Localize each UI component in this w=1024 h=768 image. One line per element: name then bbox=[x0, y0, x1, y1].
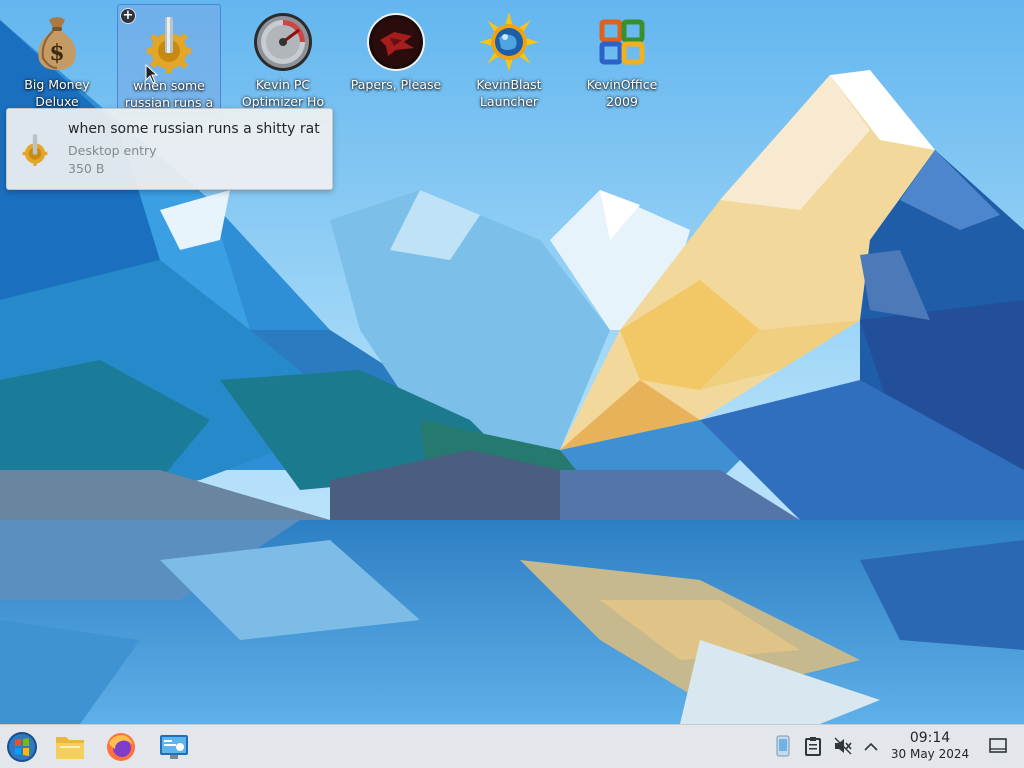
office-logo-icon bbox=[599, 19, 645, 65]
tray-expand-button[interactable] bbox=[860, 735, 882, 757]
start-orb-icon bbox=[7, 732, 37, 762]
tray-notifier[interactable] bbox=[772, 735, 794, 757]
taskbar-file-manager[interactable] bbox=[52, 729, 88, 765]
volume-muted-icon bbox=[834, 737, 852, 755]
desktop-icon-kevinblast-launcher[interactable]: KevinBlast Launcher bbox=[457, 4, 561, 112]
taskbar-system-settings[interactable] bbox=[156, 729, 192, 765]
mouse-cursor-icon bbox=[145, 64, 159, 84]
show-desktop-button[interactable] bbox=[987, 735, 1009, 757]
tooltip-file-type: Desktop entry bbox=[68, 143, 157, 158]
desktop-icon-russian-rat[interactable]: + when some russian runs a bbox=[117, 4, 221, 114]
add-to-selection-icon[interactable]: + bbox=[120, 8, 136, 24]
clipboard-icon bbox=[805, 737, 821, 756]
papers-please-emblem-icon bbox=[367, 13, 425, 71]
desktop-icon-label: Papers, Please bbox=[350, 77, 442, 92]
gear-icon bbox=[22, 134, 48, 166]
clock-time: 09:14 bbox=[909, 730, 951, 746]
application-launcher-button[interactable] bbox=[4, 729, 40, 765]
taskbar-firefox[interactable] bbox=[103, 729, 139, 765]
money-bag-icon: $ bbox=[38, 17, 76, 70]
firefox-icon bbox=[107, 733, 135, 761]
desktop-icon-label: Kevin PC Optimizer Ho bbox=[241, 77, 325, 109]
show-desktop-icon bbox=[989, 738, 1007, 753]
tooltip-file-size: 350 B bbox=[68, 161, 105, 176]
folder-icon bbox=[56, 737, 84, 759]
tray-clipboard[interactable] bbox=[802, 735, 824, 757]
tray-volume[interactable] bbox=[832, 735, 854, 757]
monitor-settings-icon bbox=[160, 735, 188, 759]
desktop-icon-label: when some russian runs a bbox=[124, 78, 214, 110]
sun-globe-icon bbox=[479, 12, 539, 72]
digital-clock[interactable]: 09:14 30 May 2024 bbox=[886, 730, 974, 762]
desktop-icon-big-money-deluxe[interactable]: $ Big Money Deluxe bbox=[5, 4, 109, 112]
desktop-icon-kevin-pc-optimizer[interactable]: Kevin PC Optimizer Ho bbox=[231, 4, 335, 112]
phone-notifier-icon bbox=[776, 735, 790, 757]
desktop-icon-kevinoffice-2009[interactable]: KevinOffice 2009 bbox=[570, 4, 674, 112]
clock-date: 30 May 2024 bbox=[890, 747, 970, 761]
taskbar: 09:14 30 May 2024 bbox=[0, 724, 1024, 768]
svg-text:$: $ bbox=[49, 40, 64, 66]
file-info-tooltip: when some russian runs a shitty rat Desk… bbox=[6, 108, 333, 190]
desktop-icon-label: KevinOffice 2009 bbox=[586, 77, 658, 109]
tooltip-title: when some russian runs a shitty rat bbox=[68, 121, 320, 137]
desktop-icon-papers-please[interactable]: Papers, Please bbox=[344, 4, 448, 112]
chevron-up-icon bbox=[864, 742, 878, 751]
gauge-icon bbox=[254, 13, 312, 71]
desktop-icon-label: Big Money Deluxe bbox=[24, 77, 90, 109]
desktop-icon-label: KevinBlast Launcher bbox=[476, 77, 542, 109]
